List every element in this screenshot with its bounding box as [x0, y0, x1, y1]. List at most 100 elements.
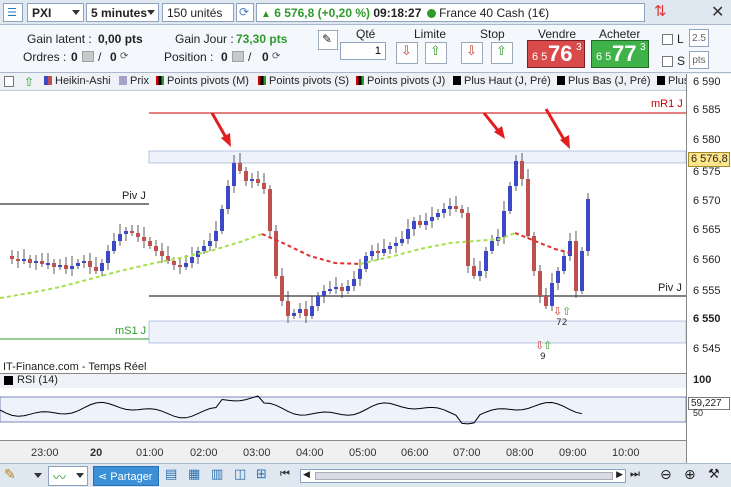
- indicator-pivot-s[interactable]: Points pivots (S): [258, 75, 349, 90]
- pivot-s-swatch-icon: [258, 76, 266, 85]
- stop-label: Stop: [480, 27, 505, 41]
- heikin-ashi-swatch-icon: [44, 76, 52, 85]
- share-button[interactable]: ⋖ Partager: [93, 466, 159, 486]
- settings-icon[interactable]: ⚒: [708, 467, 726, 485]
- rsi-ref-tick: 50: [693, 408, 704, 418]
- alert-icon[interactable]: ◫: [234, 467, 252, 485]
- candle: [100, 263, 104, 271]
- zoom-out-icon[interactable]: ⊖: [660, 467, 678, 485]
- position-value: 0: [221, 50, 228, 64]
- chevron-down-icon[interactable]: [34, 473, 42, 478]
- edit-order-button[interactable]: ✎: [318, 30, 338, 50]
- pivot-label-today: Piv J: [658, 282, 682, 294]
- collapse-indicators-icon[interactable]: [4, 76, 14, 87]
- qte-label: Qté: [356, 27, 376, 41]
- s-distance-input[interactable]: [689, 51, 709, 69]
- price-chart[interactable]: ⇩ ⇧ ⇩ ⇧ mR1 J Piv J Piv J mS1 J 72 9 IT-…: [0, 91, 686, 373]
- candle: [472, 266, 476, 276]
- limit-sell-button[interactable]: ⇩: [396, 42, 418, 64]
- indicator-plus-haut[interactable]: Plus Haut (J, Pré): [453, 75, 551, 90]
- cancel-orders-icon[interactable]: [82, 51, 94, 62]
- l-checkbox[interactable]: [662, 34, 673, 45]
- quantity-input[interactable]: [340, 42, 386, 60]
- chevron-down-icon[interactable]: [76, 473, 84, 478]
- scroll-start-icon[interactable]: ⏮: [280, 467, 298, 485]
- screener-icon[interactable]: ▥: [211, 467, 229, 485]
- candle: [280, 276, 284, 301]
- candle: [286, 301, 290, 316]
- chart-menu-icon: ☰: [7, 6, 17, 19]
- refresh-position-icon[interactable]: ⟳: [272, 51, 280, 62]
- s-checkbox[interactable]: [662, 56, 673, 67]
- rsi-band: [0, 396, 686, 423]
- buy-button[interactable]: 6 5 77 3: [591, 40, 649, 68]
- close-position-icon[interactable]: [232, 51, 244, 62]
- time-axis[interactable]: 23:00 20 01:00 02:00 03:00 04:00 05:00 0…: [0, 440, 686, 464]
- candle: [40, 261, 44, 264]
- candle: [460, 209, 464, 213]
- pivot-label-prev: Piv J: [122, 190, 146, 202]
- indicator-label: Points pivots (S): [269, 75, 350, 87]
- candle: [262, 183, 266, 189]
- symbol-select[interactable]: PXI: [27, 3, 84, 22]
- indicator-plus-bas[interactable]: Plus Bas (J, Pré): [557, 75, 651, 90]
- candle: [400, 239, 404, 243]
- l-distance-input[interactable]: [689, 29, 709, 47]
- drawing-tools-icon[interactable]: ✎: [4, 467, 22, 485]
- position-count: 0: [262, 50, 269, 64]
- candle: [502, 211, 506, 237]
- sell-button[interactable]: 6 5 76 3: [527, 40, 585, 68]
- app-menu-button[interactable]: ☰: [3, 3, 23, 22]
- candle: [520, 161, 524, 179]
- gain-jour-label: Gain Jour :: [175, 32, 234, 46]
- units-select[interactable]: 150 unités: [162, 3, 234, 22]
- horizontal-scrollbar[interactable]: ◀ ▶: [300, 469, 626, 483]
- limit-buy-button[interactable]: ⇧: [425, 42, 447, 64]
- candle: [346, 286, 350, 291]
- indicator-label: Points pivots (J): [367, 75, 446, 87]
- ma-up-line: [0, 233, 263, 299]
- scroll-left-icon[interactable]: ◀: [303, 470, 310, 480]
- stop-buy-button[interactable]: ⇧: [491, 42, 513, 64]
- rsi-panel[interactable]: RSI (14): [0, 373, 686, 440]
- position-sep: /: [248, 50, 252, 64]
- candle: [256, 179, 260, 183]
- plus-bas-swatch-icon: [557, 76, 565, 85]
- refresh-orders-icon[interactable]: ⟳: [120, 51, 128, 62]
- candle: [562, 256, 566, 271]
- line-chart-icon: 〰: [53, 471, 67, 486]
- candle: [556, 271, 560, 283]
- candles-group: [10, 153, 590, 323]
- scroll-right-icon[interactable]: ▶: [616, 470, 623, 480]
- chevron-down-icon: [147, 10, 155, 15]
- candle: [394, 243, 398, 246]
- refresh-button[interactable]: ⟳: [236, 3, 254, 22]
- indicator-pivot-m[interactable]: Points pivots (M): [156, 75, 249, 90]
- price-tick: 6 560: [693, 254, 721, 266]
- indicator-icon[interactable]: ⊞: [256, 467, 274, 485]
- buy-price-big: 77: [612, 41, 637, 66]
- price-chart-canvas: ⇩ ⇧ ⇩ ⇧: [0, 108, 686, 352]
- ma-down-line-2: [514, 232, 571, 254]
- price-tick: 6 575: [693, 166, 721, 178]
- candle: [16, 259, 20, 261]
- scroll-end-icon[interactable]: ⏭: [630, 467, 648, 485]
- chat-icon[interactable]: ▤: [165, 467, 183, 485]
- news-icon[interactable]: ▦: [188, 467, 206, 485]
- l-label: L: [677, 32, 684, 46]
- sync-button[interactable]: ⇅: [653, 2, 673, 22]
- add-indicator-icon[interactable]: ⇧: [24, 75, 34, 89]
- timeframe-select[interactable]: 5 minutes: [86, 3, 159, 22]
- indicator-pivot-j[interactable]: Points pivots (J): [356, 75, 445, 90]
- scroll-thumb[interactable]: [315, 472, 613, 480]
- price-axis[interactable]: 6 590 6 585 6 580 6 575 6 570 6 565 6 56…: [686, 74, 731, 464]
- indicator-heikin-ashi[interactable]: Heikin-Ashi: [44, 75, 111, 90]
- close-button[interactable]: ✕: [709, 2, 725, 21]
- indicator-prix[interactable]: Prix: [119, 75, 149, 90]
- indicator-plus[interactable]: Plus: [657, 75, 689, 90]
- zoom-in-icon[interactable]: ⊕: [684, 467, 702, 485]
- candle: [112, 241, 116, 251]
- indicator-label: Heikin-Ashi: [55, 75, 111, 87]
- stop-sell-button[interactable]: ⇩: [461, 42, 483, 64]
- candle: [538, 271, 542, 296]
